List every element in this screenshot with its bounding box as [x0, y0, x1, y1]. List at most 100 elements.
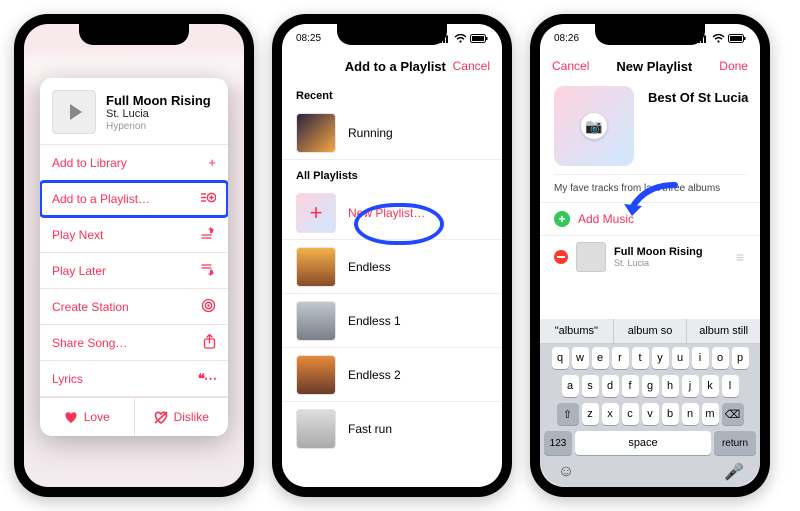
key-y[interactable]: y	[652, 347, 669, 369]
love-button[interactable]: Love	[40, 398, 135, 436]
wifi-icon	[712, 34, 725, 43]
key-p[interactable]: p	[732, 347, 749, 369]
new-playlist-label: New Playlist…	[348, 206, 425, 220]
key-d[interactable]: d	[602, 375, 619, 397]
dislike-label: Dislike	[174, 410, 209, 424]
playlist-cover	[296, 409, 336, 449]
suggestion[interactable]: "albums"	[540, 319, 614, 343]
key-t[interactable]: t	[632, 347, 649, 369]
section-recent-label: Recent	[282, 80, 502, 106]
key-row-emoji: ☺ 🎤	[540, 461, 760, 487]
broadcast-icon	[201, 298, 216, 316]
menu-lyrics[interactable]: Lyrics ❝⋯	[40, 361, 228, 397]
play-next-icon	[201, 227, 216, 243]
heart-icon	[64, 411, 78, 424]
menu-share-song[interactable]: Share Song…	[40, 325, 228, 361]
lyrics-icon: ❝⋯	[198, 371, 216, 387]
key-c[interactable]: c	[622, 403, 639, 425]
plus-icon: +	[310, 200, 323, 226]
menu-add-to-playlist[interactable]: Add to a Playlist…	[40, 181, 228, 217]
playlist-name-input[interactable]: Best Of St Lucia	[648, 90, 760, 105]
key-z[interactable]: z	[582, 403, 599, 425]
key-g[interactable]: g	[642, 375, 659, 397]
key-l[interactable]: l	[722, 375, 739, 397]
key-return[interactable]: return	[714, 431, 756, 455]
menu-create-station[interactable]: Create Station	[40, 289, 228, 325]
playlist-artwork-picker[interactable]: 📷	[554, 86, 634, 166]
playlist-row-fastrun[interactable]: Fast run	[282, 402, 502, 456]
add-music-button[interactable]: + Add Music	[540, 203, 760, 236]
playlist-row-new[interactable]: + New Playlist…	[282, 186, 502, 240]
key-u[interactable]: u	[672, 347, 689, 369]
key-o[interactable]: o	[712, 347, 729, 369]
key-b[interactable]: b	[662, 403, 679, 425]
key-k[interactable]: k	[702, 375, 719, 397]
nav-bar: Add to a Playlist Cancel	[282, 52, 502, 80]
key-j[interactable]: j	[682, 375, 699, 397]
dislike-button[interactable]: Dislike	[135, 398, 229, 436]
notch	[337, 23, 447, 45]
suggestion[interactable]: album still	[687, 319, 760, 343]
love-dislike-bar: Love Dislike	[40, 397, 228, 436]
playlist-row-endless[interactable]: Endless	[282, 240, 502, 294]
battery-icon	[728, 34, 746, 43]
share-icon	[203, 334, 216, 352]
battery-icon	[470, 34, 488, 43]
playlist-cover	[296, 355, 336, 395]
playlist-row-endless1[interactable]: Endless 1	[282, 294, 502, 348]
key-row-2: asdfghjkl	[540, 372, 760, 400]
playlist-row-endless2[interactable]: Endless 2	[282, 348, 502, 402]
key-shift[interactable]: ⇧	[557, 403, 579, 425]
suggestion[interactable]: album so	[614, 319, 688, 343]
done-button[interactable]: Done	[719, 59, 748, 73]
key-e[interactable]: e	[592, 347, 609, 369]
remove-icon[interactable]	[554, 250, 568, 264]
key-123[interactable]: 123	[544, 431, 572, 455]
menu-label: Share Song…	[52, 336, 127, 350]
track-artist: St. Lucia	[614, 258, 703, 268]
menu-label: Add to Library	[52, 156, 127, 170]
song-title: Full Moon Rising	[106, 93, 211, 108]
key-backspace[interactable]: ⌫	[722, 403, 744, 425]
suggestion-bar: "albums" album so album still	[540, 319, 760, 344]
menu-add-to-library[interactable]: Add to Library +	[40, 145, 228, 181]
add-circle-icon: +	[554, 211, 570, 227]
key-s[interactable]: s	[582, 375, 599, 397]
playlist-name: Endless	[348, 260, 391, 274]
playlist-row-running[interactable]: Running	[282, 106, 502, 160]
track-row[interactable]: Full Moon Rising St. Lucia ≡	[540, 236, 760, 278]
menu-label: Lyrics	[52, 372, 83, 386]
song-album: Hyperion	[106, 121, 211, 132]
song-artwork	[52, 90, 96, 134]
dictation-key[interactable]: 🎤	[722, 461, 746, 483]
key-v[interactable]: v	[642, 403, 659, 425]
key-r[interactable]: r	[612, 347, 629, 369]
nav-title: New Playlist	[616, 59, 692, 74]
status-time: 08:26	[554, 33, 579, 44]
emoji-key[interactable]: ☺	[554, 461, 578, 483]
key-a[interactable]: a	[562, 375, 579, 397]
key-f[interactable]: f	[622, 375, 639, 397]
cancel-button[interactable]: Cancel	[453, 59, 490, 73]
key-h[interactable]: h	[662, 375, 679, 397]
key-m[interactable]: m	[702, 403, 719, 425]
song-artist: St. Lucia	[106, 108, 211, 120]
menu-play-next[interactable]: Play Next	[40, 217, 228, 253]
playlist-description-input[interactable]: My fave tracks from last three albums	[540, 175, 760, 203]
key-x[interactable]: x	[602, 403, 619, 425]
add-music-label: Add Music	[578, 212, 634, 226]
key-space[interactable]: space	[575, 431, 711, 455]
key-w[interactable]: w	[572, 347, 589, 369]
key-q[interactable]: q	[552, 347, 569, 369]
key-i[interactable]: i	[692, 347, 709, 369]
menu-play-later[interactable]: Play Later	[40, 253, 228, 289]
playlist-cover	[296, 301, 336, 341]
key-n[interactable]: n	[682, 403, 699, 425]
playlist-cover	[296, 113, 336, 153]
reorder-handle-icon[interactable]: ≡	[736, 249, 746, 265]
cancel-button[interactable]: Cancel	[552, 59, 589, 73]
plus-icon: +	[208, 155, 216, 170]
nav-bar: Cancel New Playlist Done	[540, 52, 760, 80]
screen-1: Full Moon Rising St. Lucia Hyperion Add …	[24, 24, 244, 487]
play-later-icon	[201, 263, 216, 279]
